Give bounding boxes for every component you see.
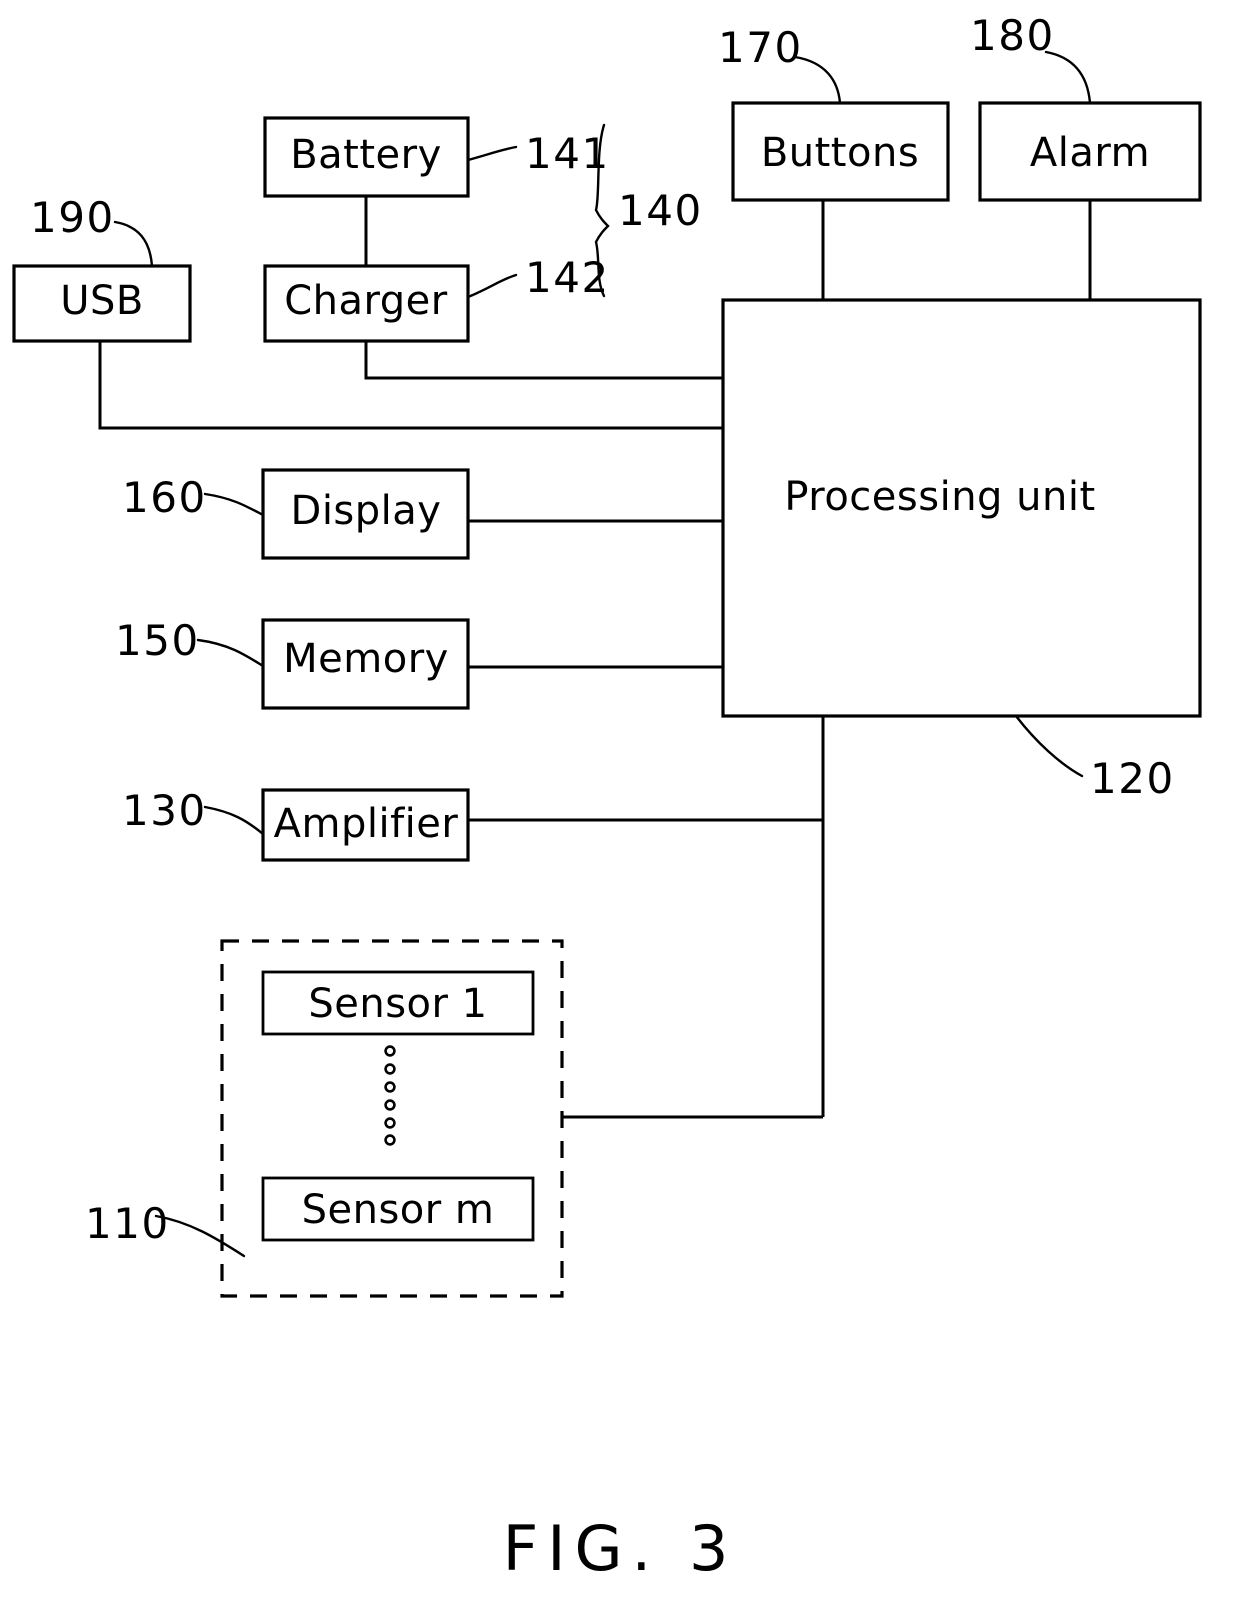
ref-130: 130 bbox=[122, 786, 207, 835]
ellipsis-dot bbox=[384, 1081, 396, 1093]
ref-190: 190 bbox=[30, 193, 115, 242]
ellipsis-dot bbox=[384, 1099, 396, 1111]
ref-141: 141 bbox=[525, 129, 610, 178]
block-charger: Charger bbox=[263, 264, 470, 343]
ellipsis-dot bbox=[384, 1134, 396, 1146]
block-alarm: Alarm bbox=[978, 101, 1202, 202]
ref-150: 150 bbox=[115, 616, 200, 665]
usb-label: USB bbox=[60, 278, 144, 324]
block-usb: USB bbox=[12, 264, 192, 343]
alarm-label: Alarm bbox=[1030, 130, 1150, 176]
processing-unit-label: Processing unit bbox=[784, 474, 1095, 520]
block-memory: Memory bbox=[261, 618, 470, 710]
patent-figure-3: Battery Charger USB Buttons Alarm Proces… bbox=[0, 0, 1240, 1611]
ref-170: 170 bbox=[718, 23, 803, 72]
charger-label: Charger bbox=[284, 278, 448, 324]
sensor-last-label: Sensor m bbox=[302, 1187, 495, 1233]
ref-180: 180 bbox=[970, 11, 1055, 60]
leader-130 bbox=[203, 805, 265, 836]
wire-charger-processing-unit bbox=[364, 341, 723, 380]
battery-label: Battery bbox=[290, 132, 442, 178]
leader-160 bbox=[203, 492, 265, 517]
leader-141 bbox=[466, 145, 518, 162]
ellipsis-dot bbox=[384, 1063, 396, 1075]
buttons-label: Buttons bbox=[761, 130, 919, 176]
ellipsis-dot bbox=[384, 1117, 396, 1129]
block-buttons: Buttons bbox=[731, 101, 950, 202]
block-processing-unit: Processing unit bbox=[721, 298, 1202, 718]
block-display: Display bbox=[261, 468, 470, 560]
wire-usb-processing-unit bbox=[98, 341, 723, 430]
leader-142 bbox=[466, 273, 518, 299]
ref-160: 160 bbox=[122, 473, 207, 522]
leader-150 bbox=[196, 638, 265, 668]
sensor-first-label: Sensor 1 bbox=[308, 981, 487, 1027]
block-diagram-canvas: Battery Charger USB Buttons Alarm Proces… bbox=[12, 11, 1202, 1585]
block-battery: Battery bbox=[263, 116, 470, 198]
display-label: Display bbox=[291, 488, 442, 534]
ref-120: 120 bbox=[1090, 754, 1175, 803]
ref-140: 140 bbox=[618, 186, 703, 235]
ellipsis-dot bbox=[384, 1045, 396, 1057]
sensor-ellipsis-dots bbox=[384, 1045, 396, 1146]
block-amplifier: Amplifier bbox=[261, 788, 470, 862]
ref-110: 110 bbox=[85, 1199, 170, 1248]
ref-142: 142 bbox=[525, 253, 610, 302]
memory-label: Memory bbox=[283, 636, 449, 682]
leader-190 bbox=[113, 220, 154, 268]
leader-120 bbox=[1014, 714, 1084, 778]
figure-caption: FIG. 3 bbox=[503, 1512, 738, 1585]
amplifier-label: Amplifier bbox=[274, 801, 459, 847]
block-sensor-group: Sensor 1 Sensor m bbox=[220, 939, 564, 1298]
